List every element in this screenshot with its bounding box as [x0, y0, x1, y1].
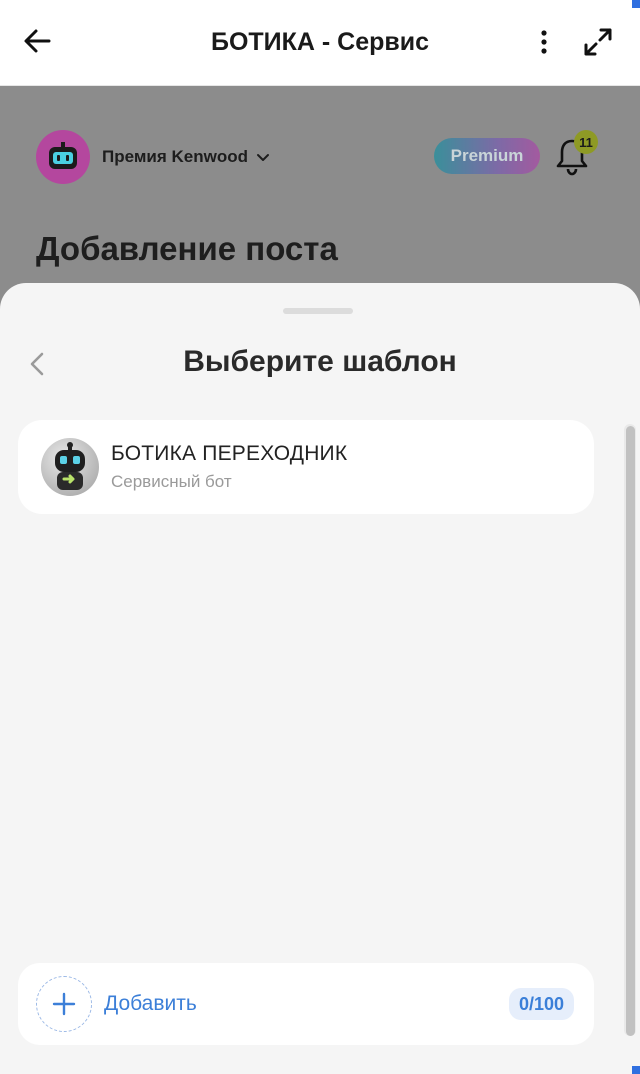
expand-button[interactable] — [578, 22, 618, 62]
template-counter: 0/100 — [508, 988, 574, 1020]
scrollbar-thumb[interactable] — [626, 426, 635, 1036]
sheet-drag-handle[interactable] — [283, 308, 353, 314]
add-template-button[interactable]: Добавить 0/100 — [18, 963, 594, 1045]
sheet-title: Выберите шаблон — [183, 345, 457, 378]
add-circle — [36, 976, 92, 1032]
window-corner-accent — [632, 0, 640, 8]
template-name: БОТИКА ПЕРЕХОДНИК — [111, 442, 348, 465]
chevron-down-icon — [257, 154, 269, 161]
plus-icon — [52, 992, 76, 1016]
robot-icon — [49, 142, 77, 169]
notification-count-badge: 11 — [574, 130, 598, 154]
account-name: Премия Kenwood — [102, 147, 248, 166]
account-switcher[interactable]: Премия Kenwood — [36, 130, 270, 184]
more-button[interactable] — [530, 24, 558, 60]
template-picker-sheet: Выберите шаблон БОТИКА ПЕРЕХОДНИК Сервис… — [0, 283, 640, 1074]
robot-icon — [55, 442, 85, 490]
more-vertical-icon — [541, 30, 547, 54]
expand-icon — [584, 28, 612, 56]
page-heading: Добавление поста — [36, 230, 338, 267]
window-corner-accent — [632, 1066, 640, 1074]
template-avatar — [41, 438, 99, 496]
template-item[interactable]: БОТИКА ПЕРЕХОДНИК Сервисный бот — [18, 420, 594, 514]
account-avatar — [36, 130, 90, 184]
template-subtitle: Сервисный бот — [111, 472, 232, 491]
app-bar: БОТИКА - Сервис — [0, 0, 640, 86]
premium-badge[interactable]: Premium — [434, 138, 540, 174]
add-label: Добавить — [104, 992, 197, 1015]
